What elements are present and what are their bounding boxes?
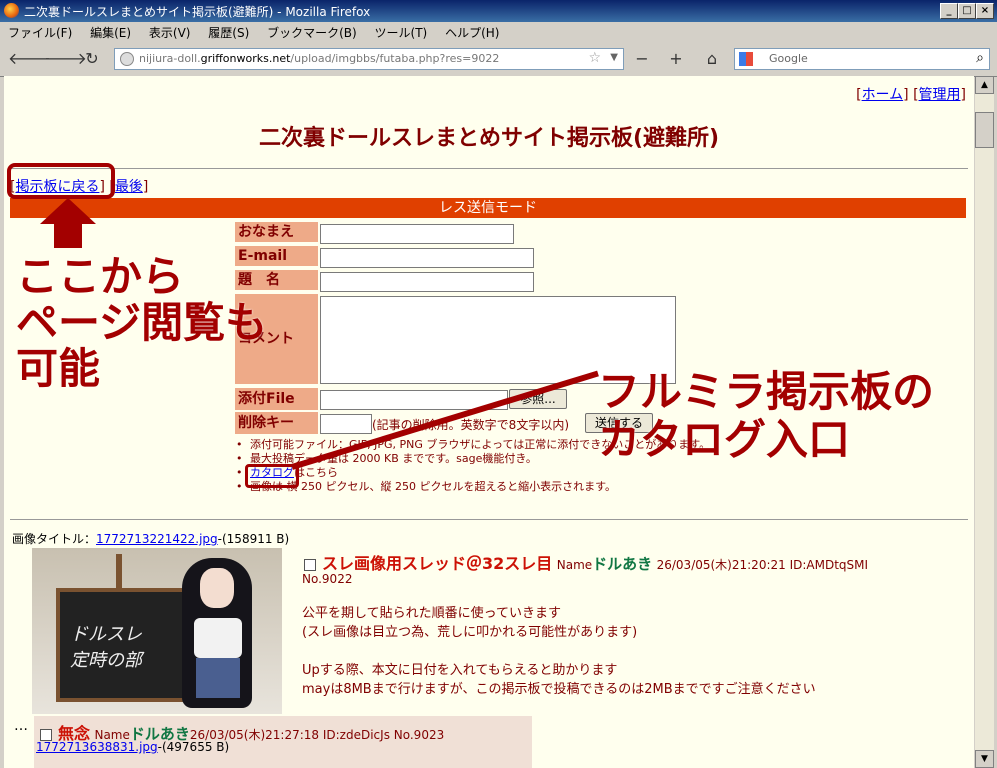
home-link[interactable]: ホーム (862, 87, 904, 103)
window-title: 二次裏ドールスレまとめサイト掲示板(避難所) - Mozilla Firefox (24, 5, 371, 19)
scroll-up-icon[interactable]: ▲ (975, 76, 994, 94)
url-dropdown-icon[interactable]: ▼ (610, 52, 618, 63)
doll-jeans (196, 658, 240, 698)
forward-arrow-icon[interactable]: 🡒 (44, 49, 87, 69)
poster-name: ドルあき (592, 555, 653, 573)
address-url: nijiura-doll.griffonworks.net/upload/img… (139, 52, 500, 65)
note-catalog: カタログはこちら (236, 466, 710, 480)
post-body: 公平を期して貼られた順番に使っていきます (スレ画像は目立つ為、荒しに叩かれる可… (302, 606, 816, 697)
top-links: [ホーム] [管理用] (856, 87, 966, 103)
subject-input[interactable] (320, 272, 534, 292)
post-checkbox[interactable] (304, 559, 316, 571)
thread-thumbnail[interactable]: ドルスレ 定時の部 (32, 548, 282, 714)
navigation-toolbar: 🡐 🡒 ↻ nijiura-doll.griffonworks.net/uplo… (0, 41, 997, 77)
reply-post: 無念 Nameドルあき26/03/05(木)21:27:18 ID:zdeDic… (34, 716, 532, 768)
search-input[interactable]: Google (769, 52, 808, 65)
annotation-arrow-stem (54, 222, 82, 248)
reply-file: 1772713638831.jpg-(497655 B) (36, 740, 230, 754)
name-label: おなまえ (235, 222, 318, 242)
home-icon[interactable]: ⌂ (700, 49, 724, 69)
image-file-link[interactable]: 1772713221422.jpg (96, 532, 218, 546)
address-bar[interactable]: nijiura-doll.griffonworks.net/upload/img… (114, 48, 624, 70)
scroll-thumb[interactable] (975, 112, 994, 148)
post-number[interactable]: No.9022 (302, 572, 352, 586)
doll-face (200, 568, 234, 608)
menu-history[interactable]: 履歴(S) (200, 22, 255, 41)
chalkboard-text: ドルスレ 定時の部 (70, 624, 142, 671)
doll-shirt (194, 618, 242, 658)
firefox-icon (4, 3, 19, 18)
search-box[interactable]: Google ⌕ (734, 48, 990, 70)
delete-key-input[interactable] (320, 414, 372, 434)
post-datetime: 26/03/05(木)21:20:21 ID:AMDtqSMI (656, 558, 869, 572)
image-title: 画像タイトル：1772713221422.jpg-(158911 B) (12, 532, 290, 546)
minimize-icon[interactable]: _ (940, 3, 958, 19)
menu-edit[interactable]: 編集(E) (82, 22, 137, 41)
last-link[interactable]: 最後 (115, 179, 143, 195)
delete-key-label: 削除キー (235, 412, 318, 434)
google-icon (739, 52, 753, 66)
scroll-down-icon[interactable]: ▼ (975, 750, 994, 768)
menu-view[interactable]: 表示(V) (141, 22, 197, 41)
maximize-icon[interactable]: □ (958, 3, 976, 19)
chalkboard: ドルスレ 定時の部 (56, 588, 194, 702)
reply-mode-bar: レス送信モード (10, 198, 966, 218)
window-titlebar: 二次裏ドールスレまとめサイト掲示板(避難所) - Mozilla Firefox… (0, 0, 997, 22)
post-subject: スレ画像用スレッド＠32スレ目 (322, 554, 553, 573)
email-input[interactable] (320, 248, 534, 268)
site-globe-icon (120, 52, 134, 66)
reply-marker: … (14, 718, 28, 734)
divider (10, 519, 968, 520)
admin-link[interactable]: 管理用 (919, 87, 961, 103)
note-thumbnail: 画像は 横 250 ピクセル、縦 250 ピクセルを超えると縮小表示されます。 (236, 480, 710, 494)
divider (10, 168, 968, 169)
page-content: [ホーム] [管理用] 二次裏ドールスレまとめサイト掲示板(避難所) [掲示板に… (4, 76, 974, 768)
menu-tools[interactable]: ツール(T) (367, 22, 434, 41)
annotation-highlight-box (7, 163, 115, 199)
annotation-catalog-box (245, 464, 299, 488)
name-label: Name (556, 558, 593, 572)
name-input[interactable] (320, 224, 514, 244)
zoom-in-icon[interactable]: + (664, 49, 688, 69)
annotation-right-text: フルミラ掲示板の カタログ入口 (598, 367, 935, 464)
reply-file-link[interactable]: 1772713638831.jpg (36, 740, 158, 754)
reload-icon[interactable]: ↻ (80, 49, 104, 69)
annotation-arrow-up-icon (40, 198, 96, 224)
search-icon[interactable]: ⌕ (976, 50, 984, 66)
post-header: スレ画像用スレッド＠32スレ目 Nameドルあき 26/03/05(木)21:2… (304, 550, 868, 574)
back-arrow-icon[interactable]: 🡐 (8, 49, 51, 69)
close-icon[interactable]: × (976, 3, 994, 19)
vertical-scrollbar[interactable]: ▲ ▼ (975, 76, 994, 768)
bookmark-star-icon[interactable]: ☆ (588, 50, 601, 66)
menu-help[interactable]: ヘルプ(H) (437, 22, 505, 41)
zoom-out-icon[interactable]: − (630, 49, 654, 69)
page-title: 二次裏ドールスレまとめサイト掲示板(避難所) (258, 126, 720, 151)
menu-bar: ファイル(F) 編集(E) 表示(V) 履歴(S) ブックマーク(B) ツール(… (0, 22, 997, 41)
menu-file[interactable]: ファイル(F) (0, 22, 78, 41)
menu-bookmarks[interactable]: ブックマーク(B) (259, 22, 363, 41)
annotation-left-text: ここから ページ閲覧も 可能 (16, 252, 268, 393)
